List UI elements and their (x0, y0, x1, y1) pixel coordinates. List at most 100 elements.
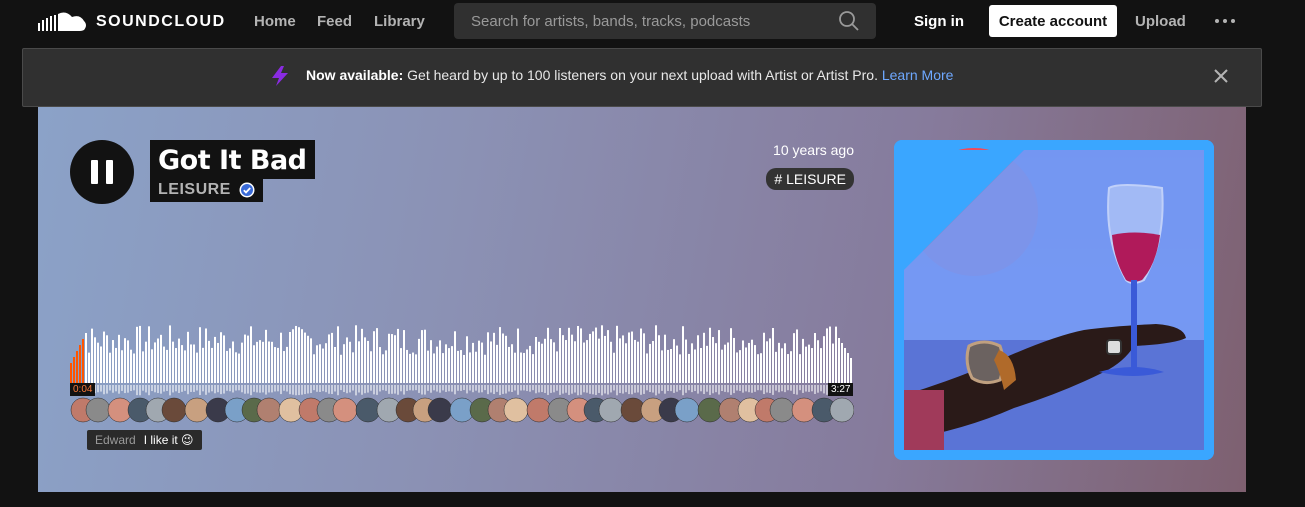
waveform-bar (601, 325, 603, 383)
waveform-bar (706, 345, 708, 383)
waveform-reflection-bar (772, 385, 774, 395)
waveform-reflection-bar (622, 385, 624, 394)
waveform-bar (475, 351, 477, 383)
waveform-bar (568, 327, 570, 383)
comment-avatar[interactable] (598, 397, 624, 423)
create-account-button[interactable]: Create account (989, 5, 1117, 37)
waveform-reflection-bar (475, 385, 477, 391)
waveform-reflection-bar (466, 385, 468, 394)
waveform-bar (802, 338, 804, 383)
track-title[interactable]: Got It Bad (158, 145, 307, 177)
waveform-bar (397, 328, 399, 383)
waveform-reflection-bar (724, 385, 726, 392)
comment-avatar[interactable] (769, 397, 795, 423)
waveform-bar (472, 342, 474, 383)
waveform-bar (352, 352, 354, 383)
comment-bubble: Edward I like it 😉 (87, 430, 202, 450)
waveform-reflection-bar (106, 385, 108, 394)
nav-home[interactable]: Home (254, 13, 296, 30)
more-options-icon[interactable] (1215, 13, 1235, 23)
waveform-bar (400, 348, 402, 383)
waveform-reflection-bar (700, 385, 702, 392)
comment-avatar[interactable] (184, 397, 210, 423)
close-icon[interactable] (1213, 68, 1229, 84)
comment-avatar[interactable] (161, 397, 187, 423)
comment-avatar[interactable] (256, 397, 282, 423)
artist-name[interactable]: LEISURE (158, 181, 231, 199)
nav-feed[interactable]: Feed (317, 13, 352, 30)
waveform-reflection-bar (439, 385, 441, 393)
waveform-bar (829, 326, 831, 383)
waveform-bar (499, 327, 501, 383)
waveform-reflection-bar (310, 385, 312, 394)
track-artwork[interactable] (894, 140, 1214, 460)
waveform-reflection-bar (757, 385, 759, 391)
waveform-reflection-bar (352, 385, 354, 391)
waveform-bar (514, 352, 516, 383)
waveform-bar (196, 352, 198, 383)
waveform-bar (754, 345, 756, 383)
waveform-bar (88, 352, 90, 383)
waveform-bar (781, 348, 783, 383)
waveform-bar (76, 351, 78, 383)
comment-avatar[interactable] (85, 397, 111, 423)
waveform-bar (523, 352, 525, 383)
waveform-reflection-bar (490, 385, 492, 393)
genre-tag[interactable]: # LEISURE (766, 168, 854, 190)
waveform-reflection-bar (406, 385, 408, 391)
waveform-bar (388, 333, 390, 383)
waveform-bar (223, 335, 225, 383)
waveform-bar (130, 349, 132, 383)
waveform-bar (406, 349, 408, 383)
waveform-bar (793, 333, 795, 383)
comment-avatar[interactable] (332, 397, 358, 423)
waveform-reflection-bar (781, 385, 783, 392)
waveform-reflection-bar (556, 385, 558, 391)
search-icon[interactable] (838, 10, 860, 32)
comment-avatar[interactable] (674, 397, 700, 423)
search-input[interactable] (454, 3, 834, 39)
comment-avatar[interactable] (829, 397, 854, 423)
waveform-reflection-bar (697, 385, 699, 394)
lightning-icon (272, 66, 288, 86)
waveform-reflection-bar (526, 385, 528, 392)
waveform-bar (634, 339, 636, 383)
waveform-bar (124, 338, 126, 383)
comment-avatar[interactable] (503, 397, 529, 423)
waveform-reflection-bar (172, 385, 174, 393)
waveform-bar (625, 343, 627, 383)
waveform-reflection-bar (337, 385, 339, 396)
waveform-reflection-bar (655, 385, 657, 396)
waveform-reflection-bar (748, 385, 750, 393)
waveform-bar (361, 328, 363, 383)
waveform-bar (589, 333, 591, 383)
sign-in-link[interactable]: Sign in (914, 13, 964, 30)
soundcloud-logo[interactable]: SOUNDCLOUD (38, 11, 226, 33)
comment-user[interactable]: Edward (95, 433, 136, 447)
pause-button[interactable] (70, 140, 134, 204)
waveform-bar (364, 337, 366, 383)
waveform-bar (415, 354, 417, 383)
waveform-reflection-bar (235, 385, 237, 391)
waveform[interactable] (70, 325, 854, 399)
waveform-bar (718, 330, 720, 383)
waveform-bar (481, 342, 483, 383)
waveform-bar (205, 328, 207, 383)
waveform-bar (175, 348, 177, 383)
comment-avatar[interactable] (355, 397, 381, 423)
learn-more-link[interactable]: Learn More (882, 67, 954, 83)
waveform-bar (733, 337, 735, 383)
nav-library[interactable]: Library (374, 13, 425, 30)
waveform-bar (121, 350, 123, 383)
waveform-reflection-bar (598, 385, 600, 393)
waveform-bar (268, 341, 270, 383)
waveform-bar (649, 343, 651, 383)
comment-avatar[interactable] (697, 397, 723, 423)
upload-link[interactable]: Upload (1135, 13, 1186, 30)
waveform-bar (487, 332, 489, 383)
waveform-reflection-bar (445, 385, 447, 392)
waveform-bar (652, 340, 654, 383)
comment-avatar[interactable] (427, 397, 453, 423)
waveform-reflection-bar (157, 385, 159, 394)
comment-avatar[interactable] (526, 397, 552, 423)
